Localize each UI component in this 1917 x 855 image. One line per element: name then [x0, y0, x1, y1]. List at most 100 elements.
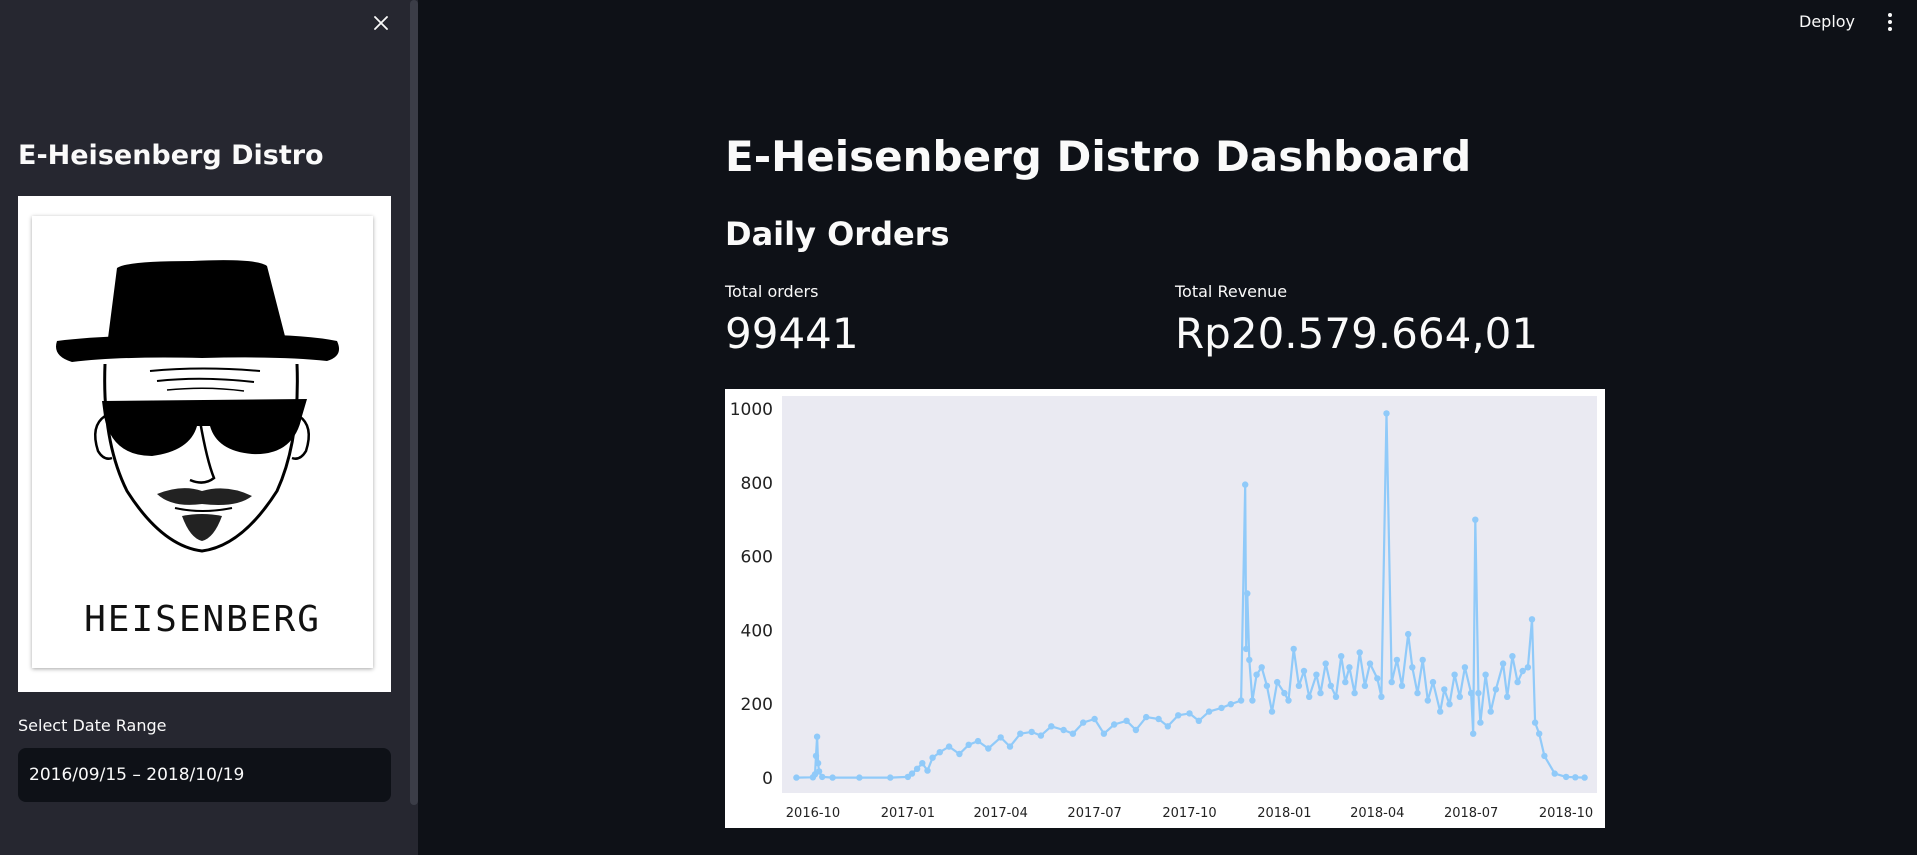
data-point [1338, 653, 1345, 660]
data-point [1472, 516, 1479, 523]
data-point [813, 733, 821, 740]
data-point [1069, 730, 1077, 737]
data-point [1242, 481, 1249, 488]
data-point [1317, 689, 1324, 697]
data-point [1111, 721, 1118, 728]
data-point [1327, 682, 1334, 689]
data-point [1132, 726, 1140, 734]
data-point [1253, 671, 1260, 678]
y-tick-label: 600 [741, 548, 773, 568]
data-point [1246, 656, 1253, 664]
data-point [1249, 697, 1256, 704]
data-point [1482, 671, 1489, 678]
data-point [1186, 710, 1193, 717]
x-tick-label: 2017-07 [1067, 806, 1121, 821]
data-point [1461, 664, 1469, 671]
metric-value: 99441 [725, 309, 859, 358]
data-point [793, 774, 800, 781]
data-point [1006, 743, 1014, 750]
data-point [814, 760, 822, 767]
data-point [924, 767, 931, 774]
data-point [1383, 410, 1390, 417]
data-point [945, 743, 953, 750]
data-point [1509, 653, 1516, 660]
section-title: Daily Orders [725, 215, 950, 253]
data-point [1475, 689, 1482, 697]
data-point [1091, 715, 1098, 723]
x-tick-label: 2017-01 [881, 806, 935, 821]
data-point [1080, 719, 1087, 726]
daily-orders-chart: 0 200 400 600 800 1000 2016-10 2017-01 2017-04 20… [725, 389, 1605, 828]
data-point [887, 774, 894, 781]
data-point [1531, 719, 1539, 726]
data-point [1175, 712, 1182, 719]
data-point [1492, 686, 1500, 693]
data-point [1313, 671, 1320, 678]
data-point [1519, 667, 1526, 675]
data-point [1374, 675, 1381, 682]
data-point [1437, 708, 1444, 715]
data-point [815, 768, 823, 775]
sidebar-title: E-Heisenberg Distro [18, 140, 324, 171]
data-point [936, 749, 943, 756]
y-tick-label: 400 [741, 621, 773, 641]
y-tick-label: 800 [741, 474, 773, 494]
data-point [1524, 664, 1532, 671]
sidebar-close-button[interactable] [366, 10, 396, 40]
data-point [1366, 660, 1374, 667]
data-point [1285, 697, 1292, 704]
data-point [1205, 708, 1213, 715]
data-point [929, 754, 936, 761]
data-point [1499, 660, 1507, 667]
deploy-button[interactable]: Deploy [1795, 10, 1859, 33]
data-point [1429, 678, 1437, 686]
data-point [1268, 708, 1276, 715]
data-point [919, 760, 926, 767]
data-point [1237, 697, 1245, 704]
data-point [1405, 630, 1412, 638]
data-point [974, 737, 982, 745]
heisenberg-logo-image: HEISENBERG [18, 196, 391, 692]
chart-svg: 0 200 400 600 800 1000 2016-10 2017-01 2017-04 20… [730, 396, 1597, 821]
data-point [1195, 717, 1202, 724]
data-point [1048, 723, 1055, 730]
heisenberg-portrait-icon [56, 260, 340, 553]
data-point [1541, 752, 1548, 760]
data-point [1361, 682, 1369, 689]
data-point [1028, 728, 1035, 736]
metric-total-revenue: Total Revenue Rp20.579.664,01 [1175, 282, 1538, 358]
ellipsis-dot [1888, 27, 1892, 31]
logo-frame: HEISENBERG [32, 216, 373, 668]
y-tick-label: 1000 [730, 400, 773, 420]
data-point [1037, 732, 1045, 739]
data-point [1398, 682, 1406, 689]
data-point [1100, 730, 1108, 737]
data-point [1155, 715, 1162, 723]
data-point [1528, 616, 1536, 623]
data-point [1451, 671, 1458, 678]
data-point [1227, 701, 1234, 708]
data-point [997, 734, 1004, 741]
x-tick-label: 2018-10 [1539, 806, 1593, 821]
data-point [1351, 689, 1358, 697]
data-point [1409, 664, 1416, 671]
data-point [1514, 678, 1521, 686]
x-tick-label: 2016-10 [786, 806, 840, 821]
data-point [1419, 656, 1426, 664]
data-point [1244, 590, 1251, 597]
main-menu-button[interactable] [1882, 10, 1898, 34]
metric-total-orders: Total orders 99441 [725, 282, 859, 358]
data-point [1274, 678, 1281, 686]
x-tick-label: 2018-04 [1350, 806, 1404, 821]
date-range-input[interactable]: 2016/09/15 – 2018/10/19 [18, 748, 391, 802]
data-point [1562, 773, 1570, 781]
data-point [812, 752, 820, 760]
data-point [1218, 704, 1225, 712]
data-point [908, 770, 916, 777]
data-point [1060, 726, 1067, 734]
data-point [1295, 682, 1303, 689]
close-icon [373, 15, 389, 35]
x-tick-label: 2018-07 [1444, 806, 1498, 821]
data-point [1322, 660, 1329, 667]
sidebar-scrollbar[interactable] [410, 0, 418, 805]
